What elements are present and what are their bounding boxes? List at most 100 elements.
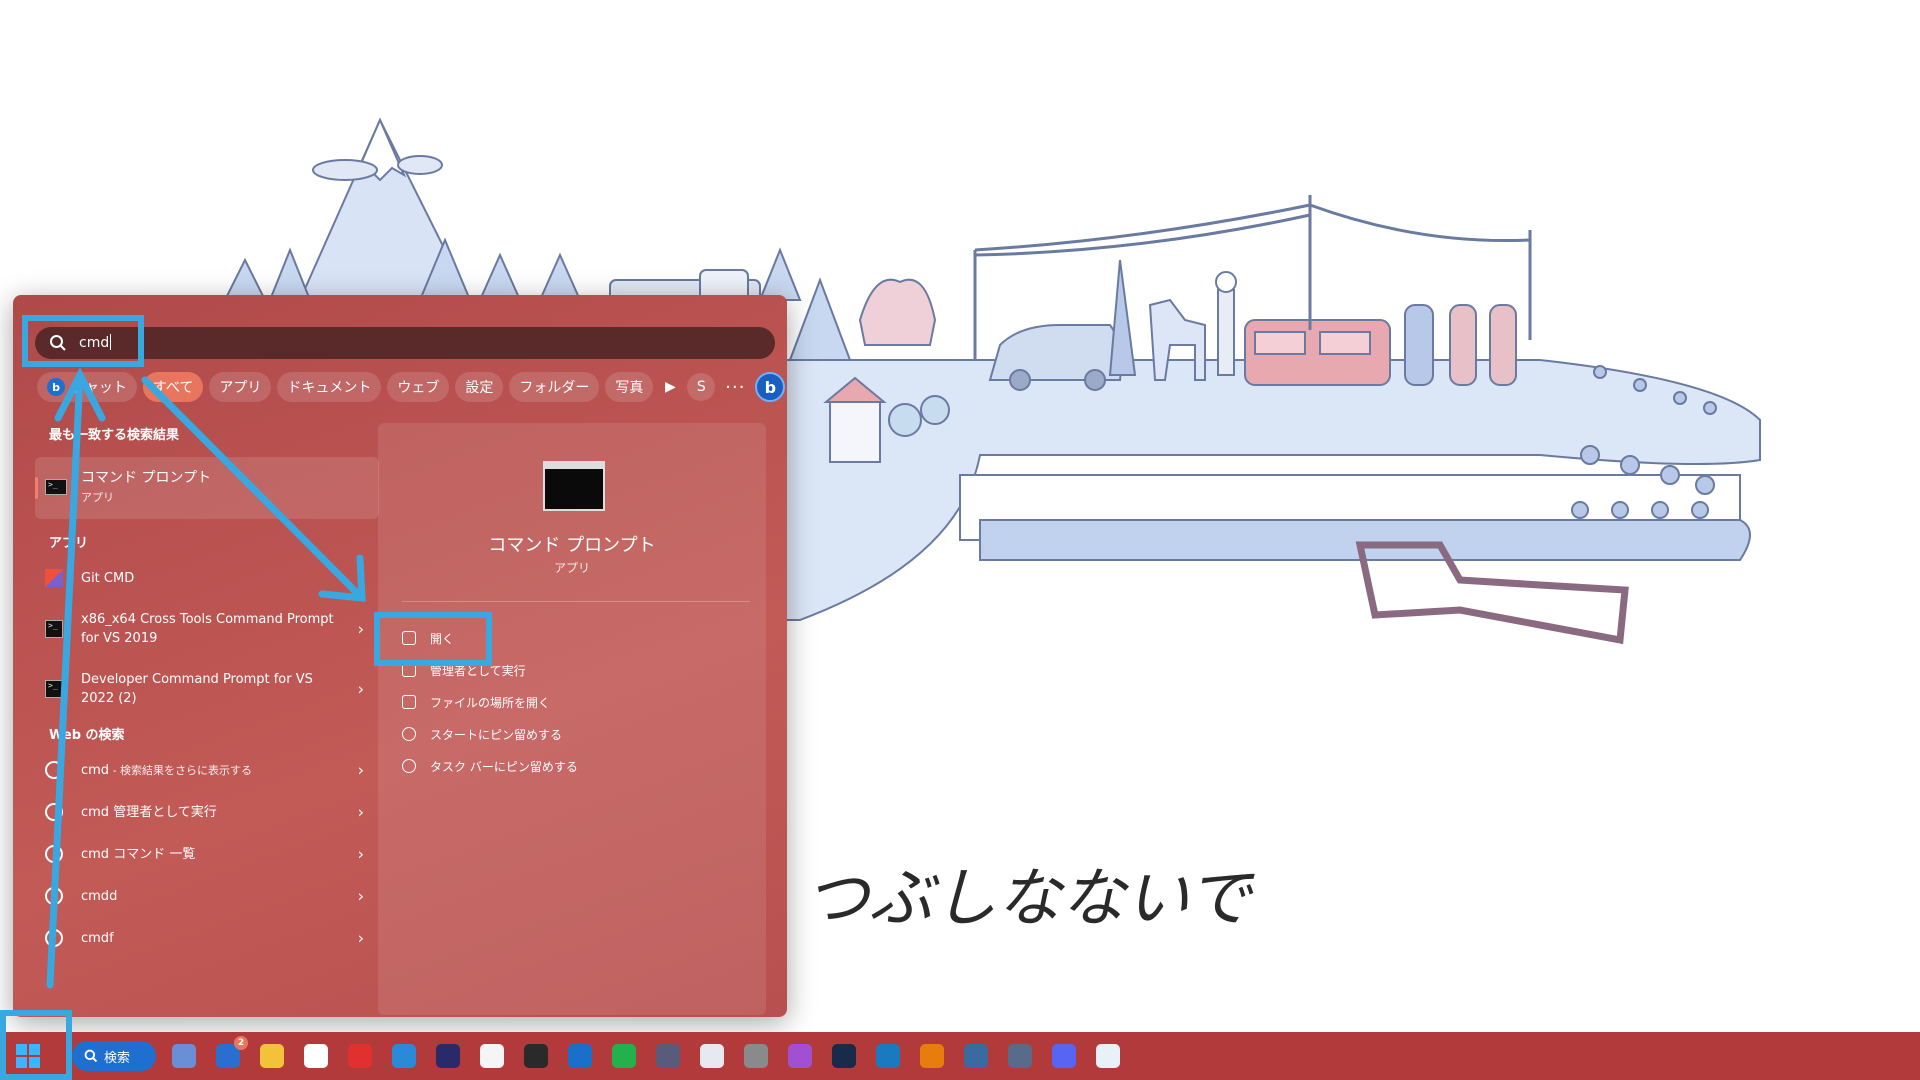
vivaldi-icon-glyph [348,1044,372,1068]
highlight-open-action [374,612,492,666]
remote-icon[interactable] [960,1040,992,1072]
filter-chat[interactable]: b チャット [37,372,137,402]
web-search-icon [45,845,63,863]
snipping-icon[interactable] [696,1040,728,1072]
divider [402,601,750,602]
app-result-git-cmd[interactable]: Git CMD › [35,557,380,599]
best-match-title: コマンド プロンプト [81,470,212,486]
filter-all[interactable]: すべて [142,372,204,402]
action-open-file-location[interactable]: ファイルの場所を開く [402,689,550,715]
action-label: スタートにピン留めする [430,727,563,742]
media-icon-glyph [304,1044,328,1068]
web-result-label: cmdd [81,888,118,904]
filter-apps[interactable]: アプリ [209,372,272,402]
app-result-developer-command-prompt[interactable]: Developer Command Prompt for VS 2022 (2)… [35,659,380,719]
app-result-label: Developer Command Prompt for VS 2022 (2) [81,672,313,706]
notepad-icon[interactable] [476,1040,508,1072]
web-result-label: cmd 管理者として実行 [81,804,217,820]
discord-icon-glyph [1052,1044,1076,1068]
outlook-icon[interactable] [564,1040,596,1072]
bing-icon[interactable]: b [755,372,786,402]
jetbrains-icon[interactable] [432,1040,464,1072]
web-result-label: cmd [81,762,110,778]
web-result-cmdf[interactable]: cmdf › [35,917,380,959]
camera-icon[interactable] [1004,1040,1036,1072]
taskbar-search-label: 検索 [104,1050,131,1066]
usb-icon[interactable] [740,1040,772,1072]
taskbar: 検索 2 [0,1032,1920,1080]
command-prompt-icon [45,680,63,698]
web-search-heading: Web の検索 [49,728,125,743]
account-button[interactable]: S [687,373,716,401]
camera-icon-glyph [1008,1044,1032,1068]
detail-panel: コマンド プロンプト アプリ 開く 管理者として実行 ファイルの場所を開く スタ… [378,423,766,1015]
chevron-right-icon[interactable]: › [358,620,364,639]
web-search-icon [45,761,63,779]
usb-icon-glyph [744,1044,768,1068]
web-result-cmdd[interactable]: cmdd › [35,875,380,917]
app-icon-glyph [1096,1044,1120,1068]
chevron-right-icon[interactable]: › [358,929,364,948]
notepad-icon-glyph [480,1044,504,1068]
app-icon[interactable] [1092,1040,1124,1072]
command-prompt-icon [45,479,67,495]
terminal-icon[interactable] [520,1040,552,1072]
filter-photos[interactable]: 写真 [605,372,654,402]
copilot-icon[interactable] [168,1040,200,1072]
steam-icon-glyph [832,1044,856,1068]
best-match-heading: 最も一致する検索結果 [49,428,180,443]
detail-title: コマンド プロンプト [488,535,656,556]
vivaldi-icon[interactable] [344,1040,376,1072]
play-icon[interactable]: ▶ [659,372,681,402]
vscode-icon[interactable] [388,1040,420,1072]
caption-icon[interactable] [872,1040,904,1072]
command-prompt-icon [45,620,63,638]
calculator-icon[interactable] [652,1040,684,1072]
folder-icon-glyph [260,1044,284,1068]
action-pin-to-taskbar[interactable]: タスク バーにピン留めする [402,753,578,779]
drop-icon-glyph [788,1044,812,1068]
filter-documents[interactable]: ドキュメント [277,372,382,402]
more-options-button[interactable]: ··· [721,372,749,402]
blender-icon[interactable] [916,1040,948,1072]
action-pin-to-start[interactable]: スタートにピン留めする [402,721,562,747]
filter-web[interactable]: ウェブ [387,372,450,402]
chevron-right-icon[interactable]: › [358,887,364,906]
git-icon [45,569,63,587]
app-result-x86-cross-tools[interactable]: x86_x64 Cross Tools Command Prompt for V… [35,599,380,659]
drop-icon[interactable] [784,1040,816,1072]
chevron-right-icon[interactable]: › [358,680,364,699]
media-icon[interactable] [300,1040,332,1072]
vscode-icon-glyph [392,1044,416,1068]
folder-icon[interactable] [256,1040,288,1072]
apps-heading: アプリ [49,536,89,551]
line-icon-glyph [612,1044,636,1068]
taskbar-search[interactable]: 検索 [72,1041,156,1071]
filter-folders[interactable]: フォルダー [509,372,600,402]
caption-icon-glyph [876,1044,900,1068]
highlight-search-box [22,315,144,367]
search-box[interactable]: cmd [35,327,775,359]
outlook-icon-glyph [568,1044,592,1068]
remote-icon-glyph [964,1044,988,1068]
filter-settings[interactable]: 設定 [455,372,504,402]
blender-icon-glyph [920,1044,944,1068]
notification-badge: 2 [234,1036,248,1050]
web-result-label: cmd コマンド 一覧 [81,846,196,862]
line-icon[interactable] [608,1040,640,1072]
web-result-cmd[interactable]: cmd - 検索結果をさらに表示する › [35,749,380,791]
discord-icon[interactable] [1048,1040,1080,1072]
chevron-right-icon[interactable]: › [358,803,364,822]
mail-icon[interactable]: 2 [212,1036,248,1072]
web-result-cmd-commands[interactable]: cmd コマンド 一覧 › [35,833,380,875]
web-result-cmd-admin[interactable]: cmd 管理者として実行 › [35,791,380,833]
web-result-label: cmdf [81,930,114,946]
chevron-right-icon[interactable]: › [358,761,364,780]
chevron-right-icon[interactable]: › [358,845,364,864]
action-label: タスク バーにピン留めする [430,759,578,774]
chevron-right-icon[interactable]: › [358,569,364,588]
app-result-label: x86_x64 Cross Tools Command Prompt for V… [81,612,334,646]
action-label: ファイルの場所を開く [430,695,551,710]
best-match-item[interactable]: コマンド プロンプト アプリ [35,457,379,519]
steam-icon[interactable] [828,1040,860,1072]
